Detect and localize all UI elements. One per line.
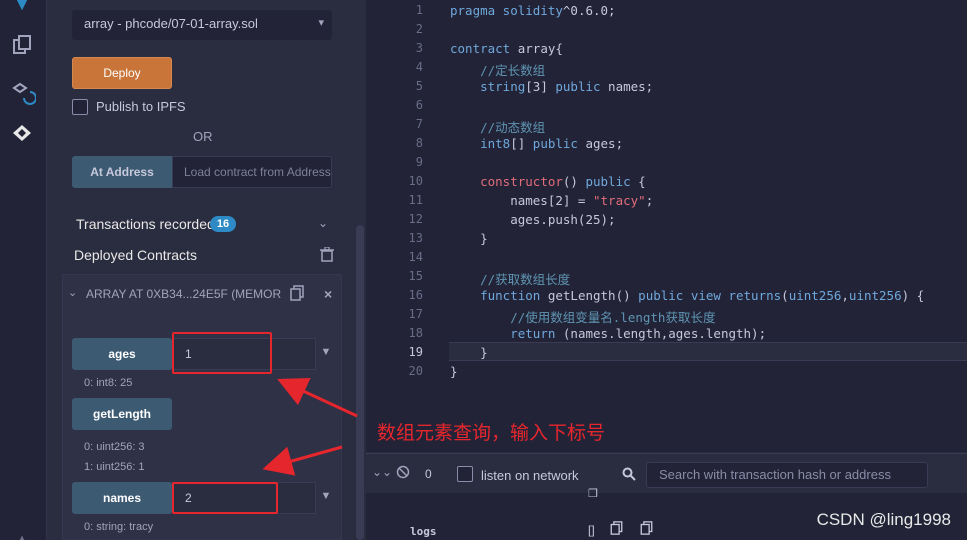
line-number: 16 bbox=[408, 288, 423, 302]
code-line: int8[] public ages; bbox=[480, 136, 624, 151]
code-line: contract array{ bbox=[450, 41, 563, 56]
logs-value: [] bbox=[588, 523, 595, 537]
code-line: } bbox=[450, 231, 488, 246]
code-line: //定长数组 bbox=[480, 63, 546, 78]
copy-icon[interactable]: ❒ bbox=[588, 487, 598, 500]
code-line: constructor() public { bbox=[480, 174, 646, 189]
line-number: 14 bbox=[408, 250, 423, 264]
line-number: 20 bbox=[408, 364, 423, 378]
code-line: //动态数组 bbox=[480, 120, 546, 135]
transaction-search-input[interactable]: Search with transaction hash or address bbox=[646, 462, 928, 488]
line-number: 11 bbox=[408, 193, 423, 207]
line-number: 3 bbox=[415, 41, 423, 55]
code-line: //获取数组长度 bbox=[480, 272, 571, 287]
code-line: ages.push(25); bbox=[450, 212, 616, 227]
code-line: } bbox=[450, 364, 458, 379]
line-number: 6 bbox=[415, 98, 423, 112]
line-number: 19 bbox=[408, 345, 423, 359]
copy-icon[interactable] bbox=[610, 521, 623, 540]
listen-network-checkbox[interactable] bbox=[457, 466, 473, 482]
code-line: names[2] = "tracy"; bbox=[450, 193, 654, 208]
code-line: function getLength() public view returns… bbox=[480, 288, 925, 303]
search-icon bbox=[622, 467, 636, 486]
line-number: 7 bbox=[415, 117, 423, 131]
line-number: 2 bbox=[415, 22, 423, 36]
line-number: 15 bbox=[408, 269, 423, 283]
copy-icon[interactable] bbox=[640, 521, 653, 540]
line-number: 13 bbox=[408, 231, 423, 245]
line-number: 8 bbox=[415, 136, 423, 150]
clear-icon[interactable] bbox=[396, 465, 410, 484]
line-number: 12 bbox=[408, 212, 423, 226]
code-editor[interactable]: 1 2 3 4 5 6 7 8 9 10 11 12 13 14 15 16 1… bbox=[366, 0, 967, 452]
logs-label: logs bbox=[410, 525, 437, 538]
code-line: string[3] public names; bbox=[480, 79, 654, 94]
code-line: pragma solidity^0.6.0; bbox=[450, 3, 616, 18]
annotation-text: 数组元素查询，输入下标号 bbox=[377, 423, 606, 444]
pending-tx-count: 0 bbox=[425, 467, 432, 481]
code-line: } bbox=[450, 345, 488, 360]
line-number: 10 bbox=[408, 174, 423, 188]
terminal-toolbar: ⌄⌄ 0 listen on network Search with trans… bbox=[366, 453, 967, 493]
line-number: 17 bbox=[408, 307, 423, 321]
active-line-highlight bbox=[449, 342, 967, 361]
code-line: return (names.length,ages.length); bbox=[510, 326, 767, 341]
double-chevron-down-icon[interactable]: ⌄⌄ bbox=[372, 465, 392, 479]
line-number: 5 bbox=[415, 79, 423, 93]
line-number: 4 bbox=[415, 60, 423, 74]
listen-network-label: listen on network bbox=[481, 468, 579, 483]
line-number: 1 bbox=[415, 3, 423, 17]
code-line: //使用数组变量名.length获取长度 bbox=[510, 310, 716, 325]
line-number: 9 bbox=[415, 155, 423, 169]
line-number: 18 bbox=[408, 326, 423, 340]
watermark: CSDN @ling1998 bbox=[816, 510, 951, 529]
